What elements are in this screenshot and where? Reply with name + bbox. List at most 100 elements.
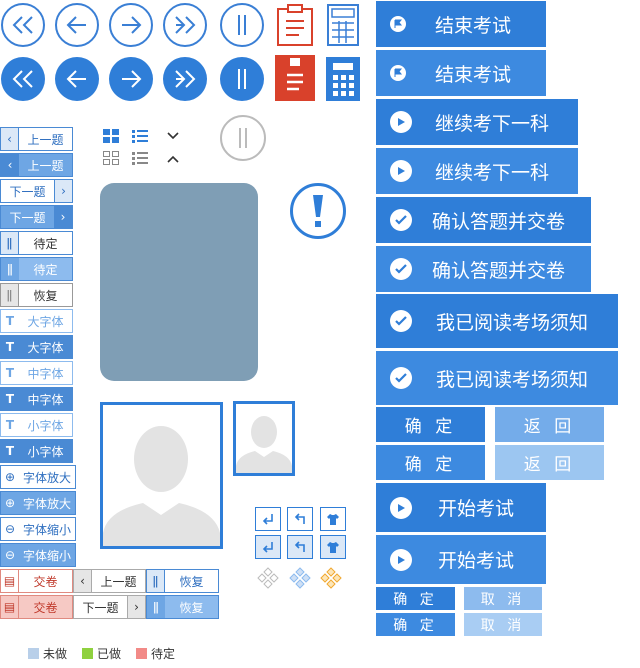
submit-button-hover[interactable]: ▤ 交卷: [0, 595, 73, 619]
resume-button-blue-hover[interactable]: ǁ 恢复: [146, 595, 219, 619]
font-t-icon: T: [5, 392, 15, 406]
shirt-icon: [327, 542, 339, 553]
prev-question-button[interactable]: ‹ 上一题: [0, 127, 73, 151]
arrow-left-icon: [66, 70, 86, 88]
next-question-button-gray[interactable]: 下一题 ›: [73, 595, 146, 619]
pause-button[interactable]: [220, 3, 264, 47]
last-page-button[interactable]: [163, 3, 207, 47]
cancel-button-small[interactable]: 取 消: [464, 587, 542, 610]
read-rules-button-hover[interactable]: 我已阅读考场须知: [376, 351, 618, 405]
ok-button-hover[interactable]: 确 定: [376, 445, 485, 480]
corner-up-left-icon: [294, 513, 305, 524]
shirt-button-hover[interactable]: [320, 535, 346, 559]
return-down-left-button-hover[interactable]: [255, 535, 281, 559]
small-font-button[interactable]: T 小字体: [0, 413, 73, 437]
cancel-button-small-hover[interactable]: 取 消: [464, 613, 542, 636]
grid-view-icon[interactable]: [102, 128, 120, 144]
calculator-button-filled[interactable]: [326, 57, 360, 101]
font-t-icon: T: [5, 444, 15, 458]
zoom-out-button-hover[interactable]: ⊖ 字体缩小: [0, 543, 76, 567]
back-button-hover[interactable]: 返 回: [495, 445, 604, 480]
corner-down-left-icon: [262, 514, 273, 525]
last-page-button-filled[interactable]: [163, 57, 207, 101]
read-rules-button[interactable]: 我已阅读考场须知: [376, 294, 618, 348]
return-up-left-button-hover[interactable]: [287, 535, 313, 559]
paper-button[interactable]: [275, 3, 315, 47]
calculator-button[interactable]: [326, 3, 360, 47]
double-right-icon: [175, 16, 196, 34]
next-subject-button-hover[interactable]: 继续考下一科: [376, 148, 578, 194]
submit-button[interactable]: ▤ 交卷: [0, 569, 73, 593]
pause-icon: ǁ: [147, 570, 165, 592]
next-subject-button[interactable]: 继续考下一科: [376, 99, 578, 145]
clipboard-icon: ▤: [1, 596, 19, 618]
pending-button-hover[interactable]: ǁ 待定: [0, 257, 73, 281]
first-page-button-filled[interactable]: [1, 57, 45, 101]
start-exam-button-hover[interactable]: 开始考试: [376, 535, 546, 584]
diamond-blue-icon: [287, 566, 313, 590]
end-exam-button[interactable]: 结束考试: [376, 1, 546, 47]
ok-button-small-hover[interactable]: 确 定: [376, 613, 455, 636]
zoom-out-icon: ⊖: [4, 548, 16, 562]
chevron-left-icon: ‹: [1, 154, 19, 176]
corner-down-left-icon: [262, 542, 273, 553]
avatar-small: [233, 401, 295, 476]
prev-button-filled[interactable]: [55, 57, 99, 101]
zoom-out-button[interactable]: ⊖ 字体缩小: [0, 517, 76, 541]
pause-button-disabled[interactable]: [220, 115, 266, 161]
zoom-out-icon: ⊖: [4, 522, 16, 536]
chevron-down-icon[interactable]: [166, 128, 180, 142]
resume-button-blue[interactable]: ǁ 恢复: [146, 569, 219, 593]
clipboard-icon: [287, 58, 303, 91]
ok-button[interactable]: 确 定: [376, 407, 485, 442]
small-font-button-active[interactable]: T 小字体: [0, 439, 73, 463]
pause-icon: [238, 15, 246, 35]
confirm-submit-button[interactable]: 确认答题并交卷: [376, 197, 591, 243]
next-question-button-hover[interactable]: 下一题 ›: [0, 205, 73, 229]
chevron-left-icon: ‹: [74, 570, 92, 592]
resume-button[interactable]: ǁ 恢复: [0, 283, 73, 307]
pending-button[interactable]: ǁ 待定: [0, 231, 73, 255]
medium-font-button[interactable]: T 中字体: [0, 361, 73, 385]
pause-button-filled[interactable]: [220, 57, 264, 101]
legend-swatch-pending: [136, 648, 147, 659]
large-font-button[interactable]: T 大字体: [0, 309, 73, 333]
prev-question-button-gray[interactable]: ‹ 上一题: [73, 569, 146, 593]
back-button[interactable]: 返 回: [495, 407, 604, 442]
legend-swatch-not-done: [28, 648, 39, 659]
return-up-left-button[interactable]: [287, 507, 313, 531]
pause-icon: ǁ: [1, 258, 19, 280]
list-view-outline-icon[interactable]: [131, 150, 149, 166]
ok-button-small[interactable]: 确 定: [376, 587, 455, 610]
return-down-left-button[interactable]: [255, 507, 281, 531]
next-button[interactable]: [109, 3, 153, 47]
person-silhouette-icon: [236, 416, 292, 473]
next-button-filled[interactable]: [109, 57, 153, 101]
prev-question-button-hover[interactable]: ‹ 上一题: [0, 153, 73, 177]
prev-button[interactable]: [55, 3, 99, 47]
double-left-icon: [12, 70, 33, 88]
next-question-button[interactable]: 下一题 ›: [0, 179, 73, 203]
large-font-button-active[interactable]: T 大字体: [0, 335, 73, 359]
confirm-submit-button-hover[interactable]: 确认答题并交卷: [376, 246, 591, 292]
medium-font-button-active[interactable]: T 中字体: [0, 387, 73, 411]
font-t-icon: T: [5, 418, 15, 432]
grid-view-outline-icon[interactable]: [102, 150, 120, 166]
font-t-icon: T: [5, 366, 15, 380]
list-view-icon[interactable]: [131, 128, 149, 144]
end-exam-button-hover[interactable]: 结束考试: [376, 50, 546, 96]
paper-button-filled[interactable]: [275, 55, 315, 101]
calculator-icon: [333, 63, 354, 96]
play-icon: [390, 548, 412, 571]
zoom-in-button[interactable]: ⊕ 字体放大: [0, 465, 76, 489]
pause-icon: ǁ: [1, 232, 19, 254]
start-exam-button[interactable]: 开始考试: [376, 483, 546, 532]
diamond-orange-icon: [318, 566, 344, 590]
chevron-up-icon[interactable]: [166, 151, 180, 165]
zoom-in-button-hover[interactable]: ⊕ 字体放大: [0, 491, 76, 515]
shirt-button[interactable]: [320, 507, 346, 531]
chevron-right-icon: ›: [54, 180, 72, 202]
pause-icon: [238, 69, 246, 89]
double-right-icon: [175, 70, 196, 88]
first-page-button[interactable]: [1, 3, 45, 47]
